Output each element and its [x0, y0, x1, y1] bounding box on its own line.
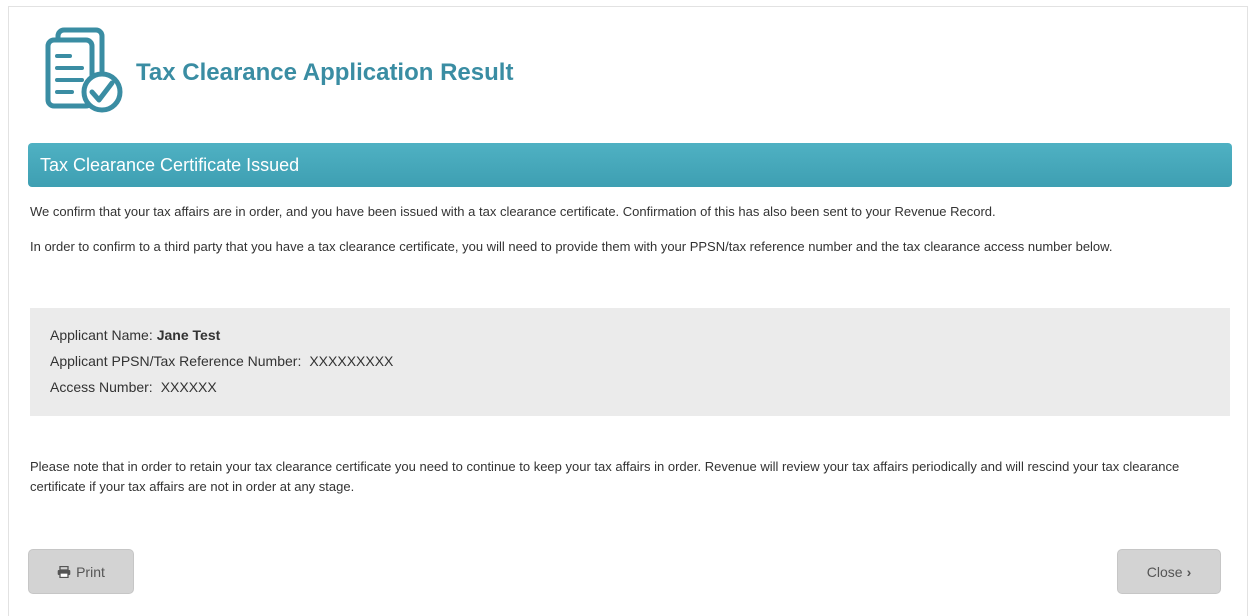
page-title: Tax Clearance Application Result [136, 59, 514, 86]
print-button-label: Print [76, 563, 105, 580]
status-banner: Tax Clearance Certificate Issued [28, 143, 1232, 187]
print-button[interactable]: Print [28, 549, 134, 594]
applicant-details-panel: Applicant Name: Jane Test Applicant PPSN/… [30, 308, 1230, 416]
document-checkmark-icon [45, 27, 123, 113]
chevron-right-icon: › [1186, 563, 1192, 580]
page-header: Tax Clearance Application Result [42, 26, 513, 114]
access-number-value: XXXXXX [160, 379, 217, 395]
access-number-row: Access Number: XXXXXX [50, 374, 1230, 400]
confirmation-text: We confirm that your tax affairs are in … [30, 204, 996, 219]
retention-note-text: Please note that in order to retain your… [30, 459, 1180, 494]
ppsn-label: Applicant PPSN/Tax Reference Number: [50, 353, 302, 369]
applicant-name-row: Applicant Name: Jane Test [50, 322, 1230, 348]
third-party-text: In order to confirm to a third party tha… [30, 239, 1113, 254]
applicant-name-value: Jane Test [156, 327, 221, 343]
close-button[interactable]: Close › [1117, 549, 1221, 594]
close-button-label: Close [1146, 563, 1183, 580]
ppsn-row: Applicant PPSN/Tax Reference Number: XXXX… [50, 348, 1230, 374]
printer-icon [57, 565, 71, 578]
applicant-name-label: Applicant Name: [50, 327, 153, 343]
access-number-label: Access Number: [50, 379, 153, 395]
ppsn-value: XXXXXXXXX [309, 353, 394, 369]
